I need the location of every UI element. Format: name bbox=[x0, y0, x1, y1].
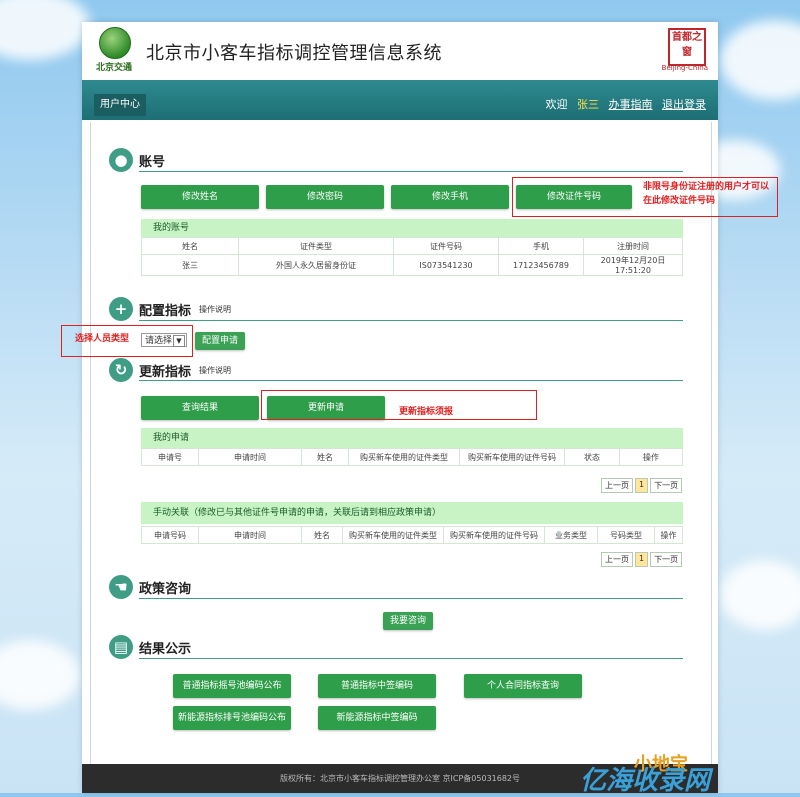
person-type-select[interactable]: 请选择 ▼ bbox=[141, 333, 187, 347]
username-label: 张三 bbox=[577, 98, 599, 111]
query-result-button[interactable]: 查询结果 bbox=[141, 396, 259, 420]
col-header: 号码类型 bbox=[597, 526, 655, 544]
config-help-link[interactable]: 操作说明 bbox=[199, 304, 231, 315]
col-header: 操作 bbox=[619, 448, 683, 466]
section-config-name: 配置指标 bbox=[139, 303, 192, 319]
nav-user-area: 欢迎 张三 办事指南 退出登录 bbox=[540, 96, 707, 112]
consult-button[interactable]: 我要咨询 bbox=[383, 612, 433, 630]
nav-bar: 用户中心 欢迎 张三 办事指南 退出登录 bbox=[82, 80, 718, 120]
col-header: 手机 bbox=[498, 237, 584, 255]
my-account-header: 我的账号 bbox=[141, 219, 683, 237]
col-header: 申请时间 bbox=[198, 526, 302, 544]
section-divider bbox=[139, 171, 683, 172]
col-header: 状态 bbox=[564, 448, 620, 466]
prev-page-button[interactable]: 上一页 bbox=[601, 478, 633, 493]
cell: IS073541230 bbox=[393, 254, 499, 276]
section-policy-title: ☚ 政策咨询 bbox=[109, 575, 191, 599]
tab-user-center[interactable]: 用户中心 bbox=[94, 94, 146, 116]
guide-link[interactable]: 办事指南 bbox=[609, 98, 653, 111]
config-apply-button[interactable]: 配置申请 bbox=[195, 332, 245, 350]
col-header: 姓名 bbox=[301, 448, 349, 466]
table-header-row: 申请号码 申请时间 姓名 购买新车使用的证件类型 购买新车使用的证件号码 业务类… bbox=[141, 526, 683, 544]
site-header: 北京交通 北京市小客车指标调控管理信息系统 首都之窗 Beijing-China bbox=[82, 22, 718, 80]
page-number[interactable]: 1 bbox=[635, 478, 649, 493]
main-content: ● 账号 修改姓名 修改密码 修改手机 修改证件号码 非限号身份证注册的用户才可… bbox=[61, 122, 778, 769]
welcome-label: 欢迎 bbox=[545, 98, 568, 111]
watermark-text: 亿海收录网 bbox=[579, 766, 710, 796]
logout-link[interactable]: 退出登录 bbox=[662, 98, 706, 111]
col-header: 购买新车使用的证件号码 bbox=[459, 448, 565, 466]
system-title: 北京市小客车指标调控管理信息系统 bbox=[146, 43, 442, 64]
section-update-name: 更新指标 bbox=[139, 364, 192, 380]
col-header: 购买新车使用的证件号码 bbox=[443, 526, 545, 544]
table-row: 张三 外国人永久居留身份证 IS073541230 17123456789 20… bbox=[141, 254, 683, 276]
hand-pointer-icon: ☚ bbox=[109, 575, 133, 599]
beijing-transport-logo: 北京交通 bbox=[94, 27, 134, 73]
personal-contract-query-button[interactable]: 个人合同指标查询 bbox=[464, 674, 582, 698]
section-account-name: 账号 bbox=[139, 154, 166, 170]
col-header: 申请号码 bbox=[141, 526, 199, 544]
col-header: 注册时间 bbox=[583, 237, 683, 255]
prev-page-button[interactable]: 上一页 bbox=[601, 552, 633, 567]
col-header: 业务类型 bbox=[544, 526, 598, 544]
logo-text: 北京交通 bbox=[95, 63, 132, 73]
cell: 17123456789 bbox=[498, 254, 584, 276]
lottery-winning-code-button[interactable]: 普通指标中签编码 bbox=[318, 674, 436, 698]
edit-password-button[interactable]: 修改密码 bbox=[266, 185, 384, 209]
col-header: 购买新车使用的证件类型 bbox=[348, 448, 460, 466]
page-number[interactable]: 1 bbox=[635, 552, 649, 567]
section-divider bbox=[139, 658, 683, 659]
edit-name-button[interactable]: 修改姓名 bbox=[141, 185, 259, 209]
section-update-title: ↻ 更新指标 操作说明 bbox=[109, 358, 231, 382]
nev-pool-code-button[interactable]: 新能源指标排号池编码公布 bbox=[173, 706, 291, 730]
globe-icon bbox=[99, 27, 131, 59]
plus-icon: + bbox=[109, 297, 133, 321]
my-applications-header: 我的申请 bbox=[141, 428, 683, 448]
edit-phone-button[interactable]: 修改手机 bbox=[391, 185, 509, 209]
page-container: 北京交通 北京市小客车指标调控管理信息系统 首都之窗 Beijing-China… bbox=[61, 22, 778, 796]
next-page-button[interactable]: 下一页 bbox=[650, 552, 683, 567]
section-results-name: 结果公示 bbox=[139, 641, 192, 657]
refresh-icon: ↻ bbox=[109, 358, 133, 382]
user-icon: ● bbox=[109, 148, 133, 172]
table-header-row: 申请号 申请时间 姓名 购买新车使用的证件类型 购买新车使用的证件号码 状态 操… bbox=[141, 448, 683, 466]
annotation-person-type-text: 选择人员类型 bbox=[75, 334, 130, 344]
annotation-id-text: 非限号身份证注册的用户才可以在此修改证件号码 bbox=[643, 182, 770, 206]
update-help-link[interactable]: 操作说明 bbox=[199, 365, 231, 376]
section-results-title: ▤ 结果公示 bbox=[109, 635, 191, 659]
select-value: 请选择 bbox=[145, 336, 173, 346]
manual-link-header: 手动关联（修改已与其他证件号申请的申请，关联后请到相应政策申请） bbox=[141, 502, 683, 524]
my-applications-table: 申请号 申请时间 姓名 购买新车使用的证件类型 购买新车使用的证件号码 状态 操… bbox=[141, 448, 683, 466]
section-divider bbox=[139, 380, 683, 381]
col-header: 操作 bbox=[654, 526, 683, 544]
section-account-title: ● 账号 bbox=[109, 148, 165, 172]
document-icon: ▤ bbox=[109, 635, 133, 659]
next-page-button[interactable]: 下一页 bbox=[650, 478, 683, 493]
col-header: 申请时间 bbox=[198, 448, 302, 466]
col-header: 购买新车使用的证件类型 bbox=[342, 526, 444, 544]
manual-link-table: 申请号码 申请时间 姓名 购买新车使用的证件类型 购买新车使用的证件号码 业务类… bbox=[141, 526, 683, 544]
col-header: 姓名 bbox=[301, 526, 343, 544]
section-policy-name: 政策咨询 bbox=[139, 581, 192, 597]
account-table: 姓名 证件类型 证件号码 手机 注册时间 张三 外国人永久居留身份证 IS073… bbox=[141, 237, 683, 276]
cell: 张三 bbox=[141, 254, 239, 276]
col-header: 姓名 bbox=[141, 237, 239, 255]
col-header: 证件类型 bbox=[238, 237, 394, 255]
col-header: 申请号 bbox=[141, 448, 199, 466]
capital-window-seal[interactable]: 首都之窗 bbox=[668, 28, 706, 66]
table-header-row: 姓名 证件类型 证件号码 手机 注册时间 bbox=[141, 237, 683, 255]
seal-subtitle: Beijing-China bbox=[661, 64, 708, 72]
section-divider bbox=[139, 598, 683, 599]
nev-winning-code-button[interactable]: 新能源指标中签编码 bbox=[318, 706, 436, 730]
cell: 2019年12月20日17:51:20 bbox=[583, 254, 683, 276]
annotation-update-text: 更新指标须报 bbox=[399, 407, 454, 417]
pager-manual-link: 上一页 1 下一页 bbox=[599, 552, 683, 567]
section-config-title: + 配置指标 操作说明 bbox=[109, 297, 231, 321]
pager-my-applications: 上一页 1 下一页 bbox=[599, 478, 683, 493]
chevron-down-icon: ▼ bbox=[173, 335, 185, 347]
col-header: 证件号码 bbox=[393, 237, 499, 255]
lottery-pool-code-button[interactable]: 普通指标摇号池编码公布 bbox=[173, 674, 291, 698]
cell: 外国人永久居留身份证 bbox=[238, 254, 394, 276]
section-divider bbox=[139, 320, 683, 321]
